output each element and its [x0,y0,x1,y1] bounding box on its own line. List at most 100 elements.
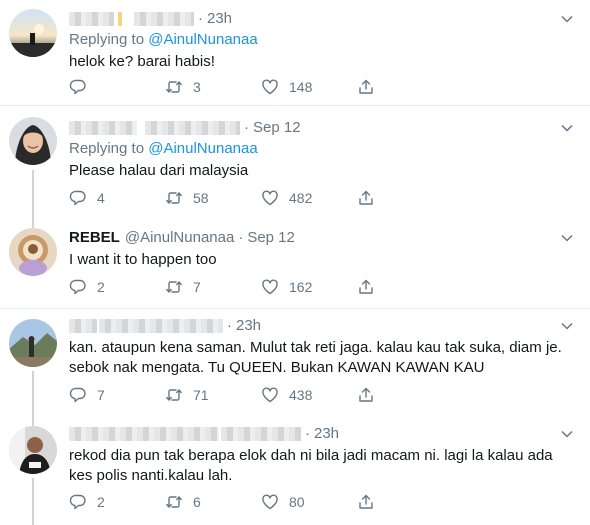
name-emoji [118,12,122,26]
retweet-icon [166,192,182,204]
avatar[interactable] [9,319,57,367]
tweet-header: · 23h [69,9,560,29]
share-button[interactable] [357,493,453,511]
share-button[interactable] [357,278,453,296]
tweet-header: · Sep 12 [69,118,560,138]
reply-button[interactable]: 7 [69,386,165,404]
tweet-3[interactable]: REBEL @AinulNunanaa · Sep 12 I want it t… [0,218,590,308]
tweet-text: helok ke? barai habis! [69,53,215,70]
heart-icon [262,190,278,206]
like-button[interactable]: 482 [261,189,357,207]
timestamp[interactable]: Sep 12 [253,118,301,138]
avatar-image [9,9,57,57]
like-button[interactable]: 438 [261,386,357,404]
reply-icon [69,387,86,403]
retweet-icon [166,496,182,508]
share-button[interactable] [357,386,453,404]
avatar[interactable] [9,426,57,474]
display-name[interactable]: REBEL [69,228,120,248]
tweet-actions: 4 58 482 [69,188,453,208]
heart-icon [262,494,278,510]
avatar-image [9,319,57,367]
heart-icon [262,279,278,295]
chevron-down-icon[interactable] [560,121,574,135]
reply-button[interactable]: 2 [69,278,165,296]
display-name-redacted[interactable] [69,12,114,26]
timestamp[interactable]: 23h [236,316,261,336]
share-icon [359,79,373,94]
retweet-icon [166,281,182,293]
reply-button[interactable] [69,78,165,96]
retweet-button[interactable]: 71 [165,386,261,404]
thread-line [32,416,34,426]
display-name-redacted[interactable] [69,427,219,441]
thread-line [32,170,34,218]
replying-to: Replying to @AinulNunanaa [69,140,258,157]
reply-icon [69,190,86,206]
timestamp[interactable]: 23h [314,424,339,444]
thread-line [32,371,34,416]
tweet-actions: 7 71 438 [69,385,453,405]
share-icon [359,387,373,402]
retweet-button[interactable]: 6 [165,493,261,511]
display-name-redacted[interactable] [69,319,97,333]
replying-handle-link[interactable]: @AinulNunanaa [148,140,257,157]
replying-to: Replying to @AinulNunanaa [69,31,258,48]
timestamp[interactable]: 23h [207,9,232,29]
share-icon [359,190,373,205]
share-icon [359,279,373,294]
retweet-button[interactable]: 7 [165,278,261,296]
reply-icon [69,494,86,510]
reply-button[interactable]: 2 [69,493,165,511]
retweet-button[interactable]: 3 [165,78,261,96]
tweet-text: Please halau dari malaysia [69,162,249,179]
tweet-5[interactable]: · 23h rekod dia pun tak berapa elok dah … [0,416,590,525]
share-icon [359,494,373,509]
avatar[interactable] [9,9,57,57]
share-button[interactable] [357,189,453,207]
heart-icon [262,79,278,95]
display-name-redacted[interactable] [69,121,137,135]
timestamp[interactable]: Sep 12 [247,228,295,248]
tweet-1[interactable]: · 23h Replying to @AinulNunanaa helok ke… [0,0,590,105]
thread-line [32,218,34,228]
tweet-actions: 3 148 [69,77,453,97]
avatar-image [9,426,57,474]
like-button[interactable]: 162 [261,278,357,296]
tweet-header: · 23h [69,316,560,336]
chevron-down-icon[interactable] [560,12,574,26]
chevron-down-icon[interactable] [560,231,574,245]
reply-button[interactable]: 4 [69,189,165,207]
tweet-2[interactable]: · Sep 12 Replying to @AinulNunanaa Pleas… [0,106,590,218]
avatar[interactable] [9,228,57,276]
tweet-text: kan. ataupun kena saman. Mulut tak reti … [69,339,562,376]
handle-redacted[interactable] [99,319,223,333]
tweet-actions: 2 7 162 [69,277,453,297]
tweet-4[interactable]: · 23h kan. ataupun kena saman. Mulut tak… [0,309,590,416]
retweet-icon [166,389,182,401]
tweet-actions: 2 6 80 [69,492,453,512]
thread-line [32,478,34,525]
handle-redacted[interactable] [145,121,240,135]
like-button[interactable]: 148 [261,78,357,96]
tweet-header: REBEL @AinulNunanaa · Sep 12 [69,228,295,248]
share-button[interactable] [357,78,453,96]
avatar-image [9,228,57,276]
avatar-image [9,117,57,165]
retweet-button[interactable]: 58 [165,189,261,207]
tweet-text: I want it to happen too [69,251,217,268]
replying-handle-link[interactable]: @AinulNunanaa [148,31,257,48]
like-button[interactable]: 80 [261,493,357,511]
avatar[interactable] [9,117,57,165]
tweet-header: · 23h [69,424,560,444]
reply-icon [69,79,86,95]
handle-redacted[interactable] [221,427,301,441]
reply-icon [69,279,86,295]
tweet-text: rekod dia pun tak berapa elok dah ni bil… [69,447,553,484]
chevron-down-icon[interactable] [560,427,574,441]
handle-redacted[interactable] [134,12,194,26]
retweet-icon [166,81,182,93]
heart-icon [262,387,278,403]
chevron-down-icon[interactable] [560,319,574,333]
user-handle[interactable]: @AinulNunanaa [125,228,234,248]
